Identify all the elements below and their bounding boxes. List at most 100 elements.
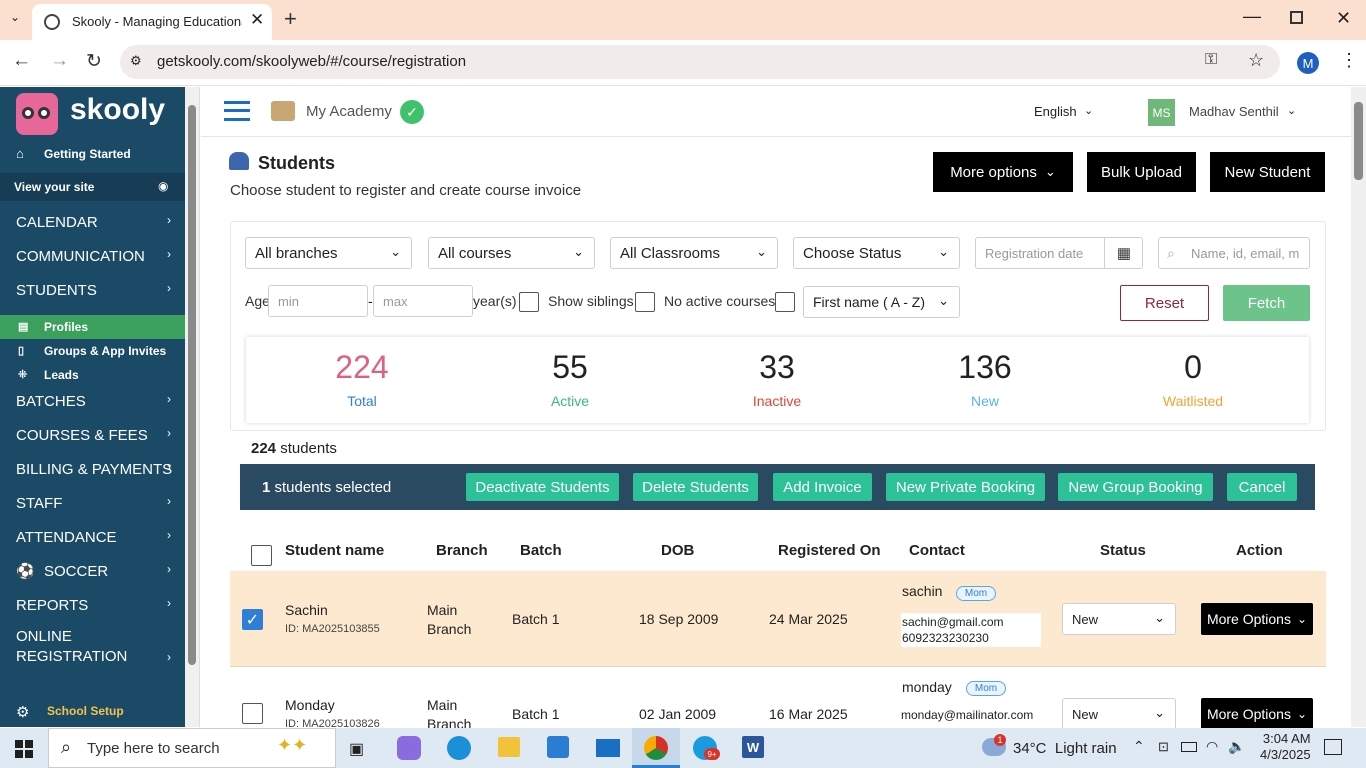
battery-icon[interactable] — [1181, 742, 1197, 752]
classrooms-select[interactable]: All Classrooms ⌄ — [610, 237, 778, 269]
url-field[interactable]: ⚙ getskooly.com/skoolyweb/#/course/regis… — [120, 45, 1280, 79]
search-input[interactable]: ⌕ Name, id, email, m — [1158, 237, 1310, 269]
sort-checkbox[interactable] — [775, 292, 795, 312]
sidebar-item-online-registration[interactable]: ONLINE REGISTRATION › — [0, 627, 185, 671]
wifi-icon[interactable]: ◠ — [1206, 738, 1218, 755]
sidebar-item-communication[interactable]: COMMUNICATION › — [0, 239, 185, 273]
age-min-input[interactable]: min — [268, 285, 368, 317]
restore-icon[interactable] — [1290, 11, 1303, 24]
site-info-icon[interactable]: ⚙ — [130, 53, 142, 69]
student-name[interactable]: Monday — [285, 697, 335, 713]
deactivate-students-button[interactable]: Deactivate Students — [466, 473, 619, 501]
store-icon[interactable] — [547, 736, 569, 758]
no-active-courses-checkbox[interactable] — [635, 292, 655, 312]
mail-icon[interactable] — [596, 739, 620, 757]
new-group-booking-button[interactable]: New Group Booking — [1058, 473, 1213, 501]
stat-label[interactable]: Total — [302, 393, 422, 409]
task-view-icon[interactable]: ▣ — [349, 739, 364, 759]
user-name[interactable]: Madhav Senthil — [1189, 104, 1279, 119]
more-options-button[interactable]: More options ⌄ — [933, 152, 1073, 192]
user-avatar[interactable]: MS — [1148, 99, 1175, 126]
column-header-name[interactable]: Student name — [285, 542, 384, 559]
view-site-row[interactable]: View your site ◉ — [0, 173, 185, 201]
calendar-icon[interactable]: ▦ — [1104, 238, 1143, 268]
status-select[interactable]: Choose Status ⌄ — [793, 237, 960, 269]
sidebar-scrollbar[interactable] — [185, 87, 200, 727]
sidebar-item-courses-fees[interactable]: COURSES & FEES › — [0, 418, 185, 452]
table-row[interactable]: Monday ID: MA2025103826 Main Branch Batc… — [230, 668, 1326, 728]
row-checkbox-checked[interactable]: ✓ — [242, 609, 263, 630]
student-name[interactable]: Sachin — [285, 602, 328, 618]
new-private-booking-button[interactable]: New Private Booking — [886, 473, 1045, 501]
status-dropdown[interactable]: New ⌄ — [1062, 698, 1176, 728]
fetch-button[interactable]: Fetch — [1223, 285, 1310, 321]
weather-text[interactable]: 34°C Light rain — [1013, 740, 1117, 757]
branches-select[interactable]: All branches ⌄ — [245, 237, 412, 269]
notifications-icon[interactable] — [1324, 739, 1342, 755]
show-siblings-checkbox[interactable] — [519, 292, 539, 312]
tab-list-icon[interactable]: ⌄ — [10, 10, 20, 24]
age-max-input[interactable]: max — [373, 285, 473, 317]
sidebar-item-soccer[interactable]: ⚽ SOCCER › — [0, 554, 185, 588]
stat-label[interactable]: Active — [510, 393, 630, 409]
file-explorer-icon[interactable] — [498, 737, 520, 757]
stat-label[interactable]: Waitlisted — [1133, 393, 1253, 409]
sidebar-subitem-groups[interactable]: ▯ Groups & App Invites — [0, 339, 185, 363]
bulk-upload-button[interactable]: Bulk Upload — [1087, 152, 1196, 192]
hamburger-menu-icon[interactable] — [224, 101, 250, 121]
page-scrollbar[interactable] — [1351, 87, 1366, 727]
language-selector[interactable]: English — [1034, 104, 1077, 119]
windows-start-icon[interactable] — [15, 740, 33, 758]
stat-label[interactable]: New — [925, 393, 1045, 409]
registration-date-field[interactable]: Registration date ▦ — [975, 237, 1143, 269]
word-icon[interactable]: W — [742, 736, 764, 758]
cancel-selection-button[interactable]: Cancel — [1227, 473, 1297, 501]
table-row[interactable]: ✓ Sachin ID: MA2025103855 Main Branch Ba… — [230, 571, 1326, 667]
select-all-checkbox[interactable] — [251, 545, 272, 566]
clock[interactable]: 3:04 AM 4/3/2025 — [1260, 731, 1311, 763]
bookmark-star-icon[interactable]: ☆ — [1248, 50, 1264, 71]
sidebar-item-batches[interactable]: BATCHES › — [0, 384, 185, 418]
more-options-row-button[interactable]: More Options ⌄ — [1201, 698, 1313, 728]
browser-tab[interactable]: Skooly - Managing Educational ✕ — [32, 4, 272, 40]
new-tab-icon[interactable]: + — [284, 6, 297, 32]
browser-menu-icon[interactable]: ⋮ — [1340, 50, 1358, 71]
key-icon[interactable]: ⚿ — [1205, 51, 1217, 69]
reset-button[interactable]: Reset — [1120, 285, 1209, 321]
sidebar-item-reports[interactable]: REPORTS › — [0, 588, 185, 622]
volume-icon[interactable]: 🔈 — [1228, 738, 1245, 755]
back-icon[interactable]: ← — [12, 50, 31, 72]
network-device-icon[interactable]: ⊡ — [1158, 739, 1169, 755]
courses-select[interactable]: All courses ⌄ — [428, 237, 595, 269]
add-invoice-button[interactable]: Add Invoice — [773, 473, 872, 501]
sidebar-item-calendar[interactable]: CALENDAR › — [0, 205, 185, 239]
reload-icon[interactable]: ↻ — [86, 50, 102, 73]
status-dropdown[interactable]: New ⌄ — [1062, 603, 1176, 635]
minimize-icon[interactable]: — — [1243, 6, 1261, 27]
forward-icon[interactable]: → — [50, 50, 69, 72]
academy-name[interactable]: My Academy — [306, 103, 392, 120]
sidebar-subitem-profiles[interactable]: ▤ Profiles — [0, 315, 185, 339]
window-close-icon[interactable]: ✕ — [1336, 8, 1351, 29]
profile-avatar[interactable]: M — [1297, 52, 1319, 74]
sidebar-item-attendance[interactable]: ATTENDANCE › — [0, 520, 185, 554]
copilot-icon[interactable] — [397, 736, 421, 760]
taskbar-search[interactable]: ⌕ Type here to search ✦✦ — [48, 728, 336, 768]
getting-started-link[interactable]: Getting Started — [44, 147, 131, 161]
sort-select[interactable]: First name ( A - Z) ⌄ — [803, 286, 960, 318]
delete-students-button[interactable]: Delete Students — [633, 473, 758, 501]
school-setup-link[interactable]: ⚙ School Setup — [0, 697, 185, 727]
page-scroll-thumb[interactable] — [1354, 102, 1363, 180]
sidebar-item-billing[interactable]: BILLING & PAYMENTS › — [0, 452, 185, 486]
close-tab-icon[interactable]: ✕ — [250, 10, 264, 30]
sidebar-item-students[interactable]: STUDENTS › — [0, 273, 185, 307]
chevron-up-icon[interactable]: ⌃ — [1133, 738, 1145, 755]
new-student-button[interactable]: New Student — [1210, 152, 1325, 192]
row-checkbox[interactable] — [242, 703, 263, 724]
sidebar-scroll-thumb[interactable] — [188, 105, 196, 665]
stat-label[interactable]: Inactive — [717, 393, 837, 409]
chrome-taskbar-button[interactable] — [632, 728, 680, 768]
sidebar-item-staff[interactable]: STAFF › — [0, 486, 185, 520]
more-options-row-button[interactable]: More Options ⌄ — [1201, 603, 1313, 635]
edge-browser-icon[interactable] — [447, 736, 471, 760]
